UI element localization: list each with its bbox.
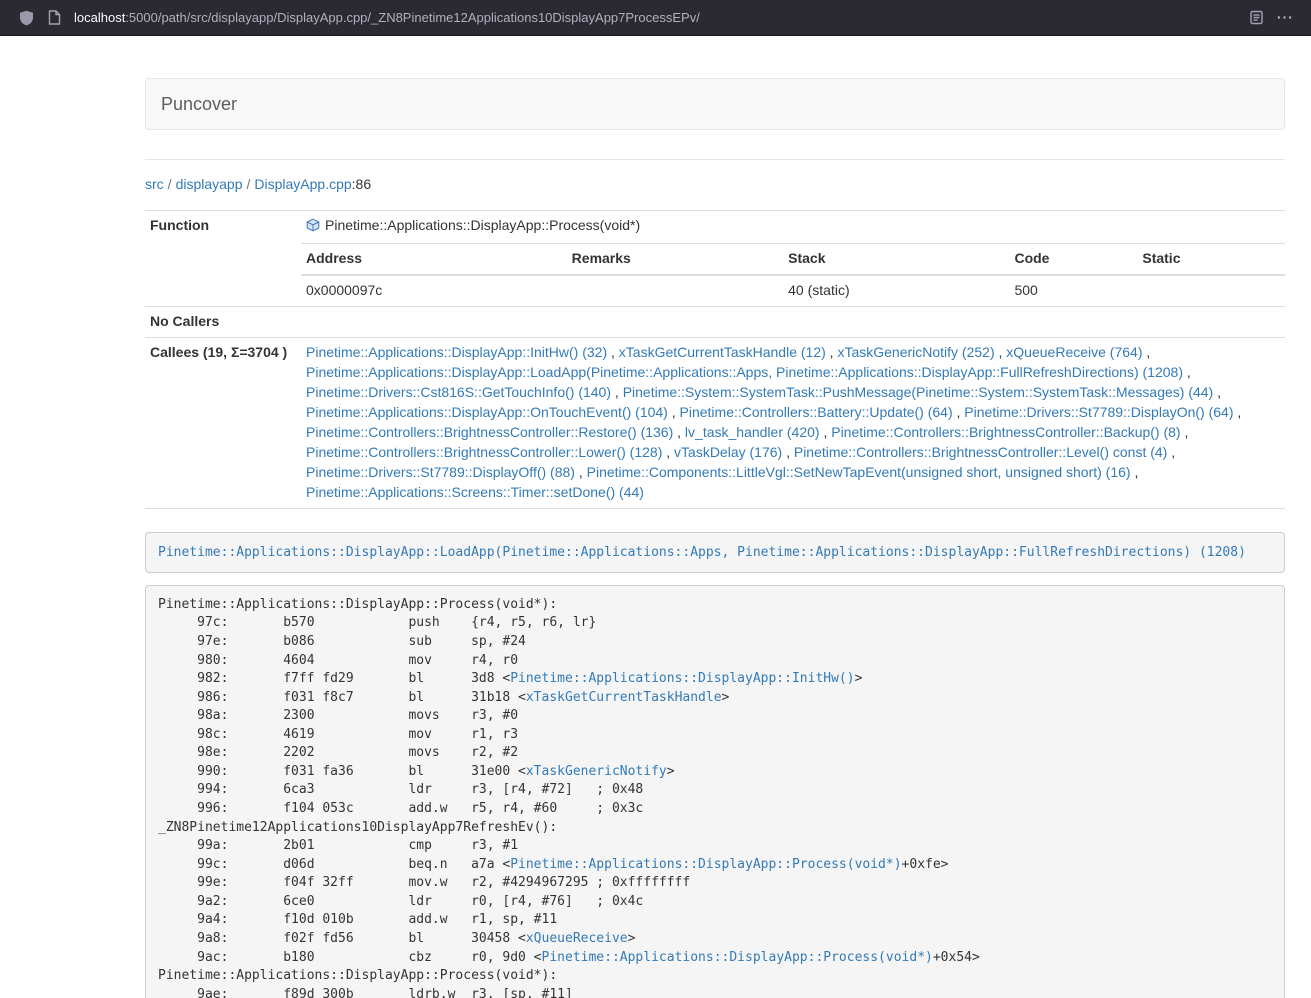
column-static: Static <box>1137 244 1285 275</box>
callee-separator: , <box>1213 384 1221 400</box>
callees-list: Pinetime::Applications::DisplayApp::Init… <box>301 337 1285 508</box>
callee-link[interactable]: Pinetime::Controllers::BrightnessControl… <box>794 444 1167 460</box>
symbol-table: Function Pinetime::Applications::Display… <box>145 210 1285 509</box>
disassembly-symbol-link[interactable]: Pinetime::Applications::DisplayApp::Proc… <box>510 857 901 872</box>
callee-separator: , <box>575 464 587 480</box>
callee-separator: , <box>1183 364 1191 380</box>
callee-link[interactable]: Pinetime::Applications::DisplayApp::Init… <box>306 344 607 360</box>
reader-mode-icon[interactable] <box>1242 4 1270 32</box>
callee-separator: , <box>1234 404 1242 420</box>
callee-separator: , <box>1181 424 1189 440</box>
breadcrumb-link-displayapp[interactable]: displayapp <box>176 176 243 192</box>
url-host: localhost <box>74 10 125 25</box>
code-value: 500 <box>1009 275 1137 306</box>
callee-separator: , <box>820 424 832 440</box>
no-callers-row: No Callers <box>145 306 1285 337</box>
breadcrumb-link-file[interactable]: DisplayApp.cpp <box>254 176 351 192</box>
callee-link[interactable]: Pinetime::Applications::DisplayApp::Load… <box>306 364 1183 380</box>
callee-separator: , <box>826 344 838 360</box>
callee-link[interactable]: Pinetime::Controllers::BrightnessControl… <box>306 444 662 460</box>
column-code: Code <box>1009 244 1137 275</box>
no-callers-cell <box>301 306 1285 337</box>
breadcrumb-line-number: :86 <box>352 176 371 192</box>
callee-link[interactable]: xTaskGetCurrentTaskHandle (12) <box>619 344 826 360</box>
disassembly-symbol-link[interactable]: xTaskGenericNotify <box>526 764 667 779</box>
function-row: Function Pinetime::Applications::Display… <box>145 211 1285 244</box>
address-value: 0x0000097c <box>301 275 567 306</box>
no-callers-label: No Callers <box>145 306 301 337</box>
callees-label: Callees (19, Σ=3704 ) <box>145 337 301 508</box>
page-info-icon[interactable] <box>40 4 68 32</box>
callee-separator: , <box>611 384 623 400</box>
callee-separator: , <box>668 404 680 420</box>
url-bar[interactable]: localhost:5000/path/src/displayapp/Displ… <box>74 10 1242 25</box>
callee-link[interactable]: lv_task_handler (420) <box>685 424 820 440</box>
callee-link[interactable]: Pinetime::Drivers::Cst816S::GetTouchInfo… <box>306 384 611 400</box>
callee-separator: , <box>995 344 1007 360</box>
callee-separator: , <box>1131 464 1139 480</box>
disassembly: Pinetime::Applications::DisplayApp::Proc… <box>145 585 1285 998</box>
breadcrumb-link-src[interactable]: src <box>145 176 164 192</box>
callee-separator: , <box>1142 344 1150 360</box>
divider <box>145 159 1285 160</box>
callee-link[interactable]: Pinetime::Drivers::St7789::DisplayOn() (… <box>964 404 1233 420</box>
function-row-label: Function <box>145 211 301 307</box>
callee-separator: , <box>673 424 685 440</box>
browser-chrome: localhost:5000/path/src/displayapp/Displ… <box>0 0 1311 36</box>
callee-separator: , <box>1167 444 1175 460</box>
highlighted-symbol-box: Pinetime::Applications::DisplayApp::Load… <box>145 532 1285 573</box>
breadcrumb-separator: / <box>168 176 172 192</box>
callees-row: Callees (19, Σ=3704 ) Pinetime::Applicat… <box>145 337 1285 508</box>
highlighted-symbol-link[interactable]: Pinetime::Applications::DisplayApp::Load… <box>158 545 1246 560</box>
callee-link[interactable]: xQueueReceive (764) <box>1006 344 1142 360</box>
callee-link[interactable]: Pinetime::Applications::Screens::Timer::… <box>306 484 644 500</box>
breadcrumb-separator: / <box>247 176 251 192</box>
callee-link[interactable]: Pinetime::Controllers::BrightnessControl… <box>831 424 1180 440</box>
callee-separator: , <box>662 444 674 460</box>
brand-link[interactable]: Puncover <box>161 94 237 115</box>
callee-link[interactable]: vTaskDelay (176) <box>674 444 782 460</box>
disassembly-symbol-link[interactable]: xTaskGetCurrentTaskHandle <box>526 690 722 705</box>
callee-link[interactable]: xTaskGenericNotify (252) <box>837 344 994 360</box>
column-address: Address <box>301 244 567 275</box>
disassembly-symbol-link[interactable]: Pinetime::Applications::DisplayApp::Init… <box>510 671 854 686</box>
static-value <box>1137 275 1285 306</box>
callee-link[interactable]: Pinetime::System::SystemTask::PushMessag… <box>623 384 1214 400</box>
callee-link[interactable]: Pinetime::Components::LittleVgl::SetNewT… <box>587 464 1131 480</box>
symbol-details-cell: Address Remarks Stack Code Static 0x0000… <box>301 243 1285 306</box>
navbar: Puncover <box>145 78 1285 130</box>
callee-link[interactable]: Pinetime::Applications::DisplayApp::OnTo… <box>306 404 668 420</box>
symbol-details-table: Address Remarks Stack Code Static 0x0000… <box>301 244 1285 306</box>
function-icon <box>306 218 320 238</box>
column-stack: Stack <box>783 244 1009 275</box>
callee-link[interactable]: Pinetime::Drivers::St7789::DisplayOff() … <box>306 464 575 480</box>
breadcrumb: src/displayapp/DisplayApp.cpp:86 <box>145 174 1285 194</box>
stack-value: 40 (static) <box>783 275 1009 306</box>
function-name: Pinetime::Applications::DisplayApp::Proc… <box>325 217 640 233</box>
callee-separator: , <box>607 344 619 360</box>
details-row: Address Remarks Stack Code Static 0x0000… <box>145 243 1285 306</box>
details-header-row: Address Remarks Stack Code Static <box>301 244 1285 275</box>
function-name-cell: Pinetime::Applications::DisplayApp::Proc… <box>301 211 1285 244</box>
callee-link[interactable]: Pinetime::Controllers::BrightnessControl… <box>306 424 673 440</box>
callee-link[interactable]: Pinetime::Controllers::Battery::Update()… <box>680 404 953 420</box>
disassembly-symbol-link[interactable]: xQueueReceive <box>526 931 628 946</box>
details-values-row: 0x0000097c 40 (static) 500 <box>301 275 1285 306</box>
page: Puncover src/displayapp/DisplayApp.cpp:8… <box>145 36 1285 998</box>
disassembly-symbol-link[interactable]: Pinetime::Applications::DisplayApp::Proc… <box>542 950 933 965</box>
shield-icon[interactable] <box>12 4 40 32</box>
callee-separator: , <box>782 444 794 460</box>
column-remarks: Remarks <box>567 244 783 275</box>
remarks-value <box>567 275 783 306</box>
url-path: :5000/path/src/displayapp/DisplayApp.cpp… <box>125 10 700 25</box>
overflow-menu-icon[interactable]: ⋯ <box>1270 9 1299 26</box>
callee-separator: , <box>953 404 965 420</box>
